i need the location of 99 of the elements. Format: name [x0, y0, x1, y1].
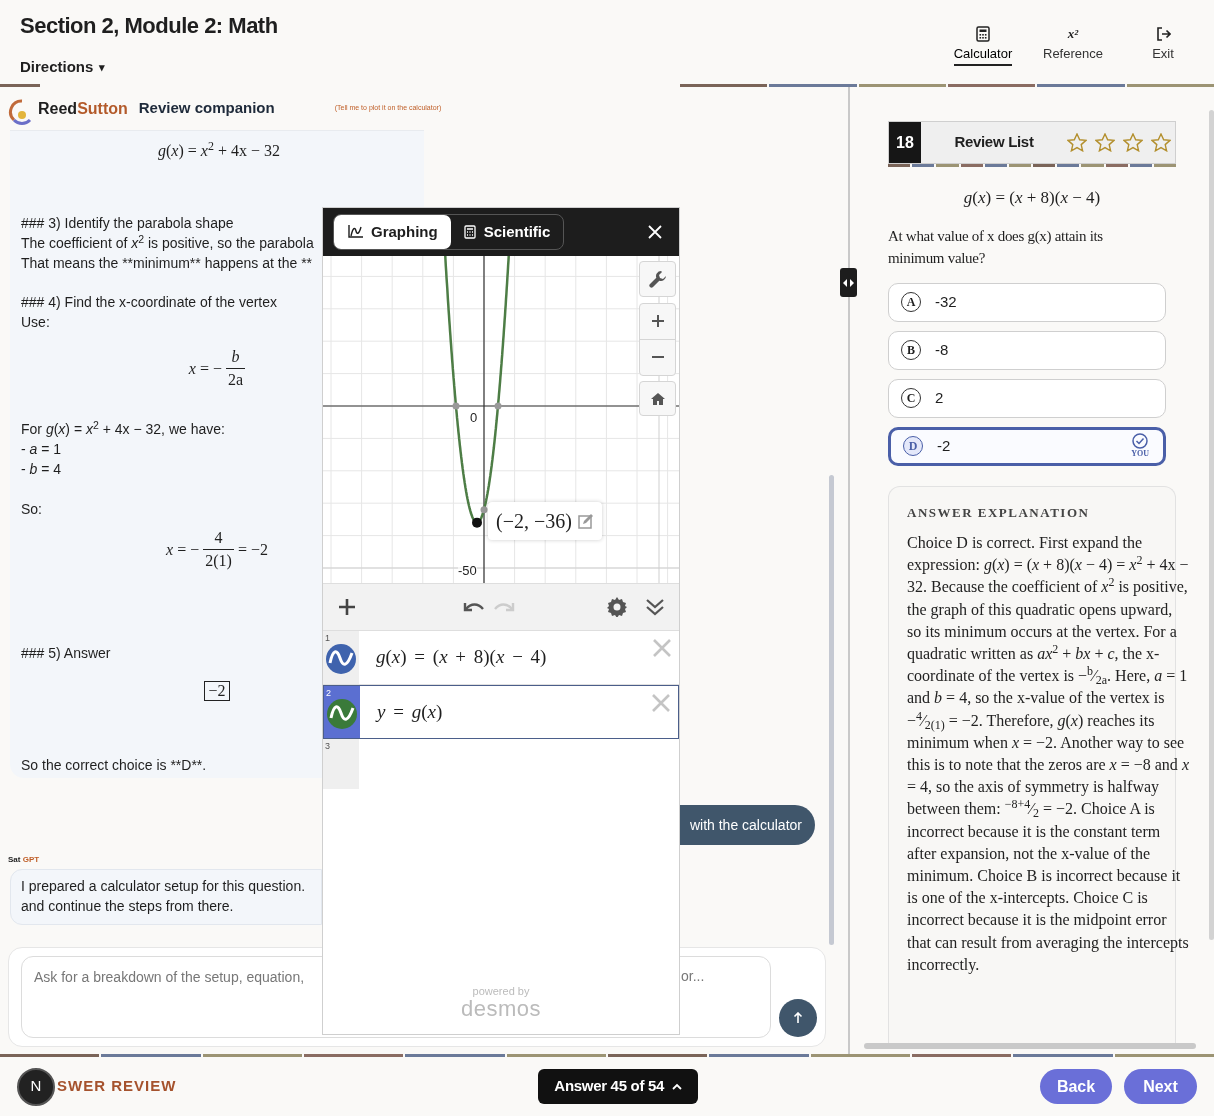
powered-by-text: powered by	[472, 984, 530, 998]
answer-choice[interactable]: B -8	[888, 330, 1166, 370]
vertex-point[interactable]	[472, 517, 482, 528]
star-icon[interactable]	[1095, 133, 1115, 152]
scrollbar-thumb[interactable]	[1209, 110, 1214, 940]
calculator-icon	[463, 225, 476, 239]
choice-text: 2	[935, 387, 944, 408]
undo-button[interactable]	[463, 600, 485, 614]
gear-icon	[607, 597, 627, 617]
question-navigator-button[interactable]: Answer 45 of 54	[538, 1069, 699, 1104]
collapse-button[interactable]	[645, 598, 665, 616]
chat-text: So the correct choice is **D**.	[21, 756, 207, 775]
settings-button[interactable]	[639, 261, 676, 297]
graph-point[interactable]	[452, 402, 460, 410]
companion-title: Review companion	[138, 98, 275, 119]
brand-logo	[8, 97, 34, 126]
explanation-text: Choice D is correct. First expand the expression: g(x) = (x + 8)(x − 4) = x$^{2}$ + 4x − 32. Because the coefficient of x$^{2}$ is positive, the graph of this quadratic opens upward, so its minimum occurs at the vertex. For a quadratic written as ax$^{2}$ + bx + c, the x-coordinate of the vertex is −$^{b}$⁄$_{2a}$. Here, a = 1 and b = 4, so the x-value of the vertex is −$^{4}$⁄$_{2(1)}$ = −2. Therefore, g(x) reaches its minimum when x = −2. Another way to see this is to note that the zeros are x = −8 and x = 4, so the axis of symmetry is halfway between them: $^{−8+4}$⁄$_{2}$ = −2. Choice A is incorrect because it is the constant term after expansion, not the x-value of the minimum. Choice B is incorrect because it is one of the x-intercepts. Choice C is incorrect because it is the midpoint error that can result from averaging the intercepts incorrectly.	[907, 533, 1189, 976]
edit-icon[interactable]	[577, 513, 594, 529]
sender-label: Sat GPT	[8, 855, 41, 865]
question-equation: g(x) = (x + 8)(x − 4)	[962, 187, 1102, 209]
step-heading: ### 5) Answer	[21, 644, 111, 663]
math-equation: g(x) = x$^{2}$ + 4x − 32	[158, 141, 280, 161]
line-number: 2	[326, 687, 331, 700]
graphing-tab[interactable]: Graphing	[334, 215, 451, 249]
close-icon	[652, 694, 670, 712]
settings-button[interactable]	[607, 597, 627, 617]
next-button[interactable]: Next	[1124, 1069, 1197, 1104]
point-coordinates: (−2, −36)	[496, 509, 572, 535]
calculator-tool-button[interactable]: Calculator	[938, 26, 1028, 84]
graph-point[interactable]	[494, 402, 502, 410]
answer-choice[interactable]: D -2 YOU	[888, 426, 1166, 466]
exit-tool-button[interactable]: Exit	[1118, 26, 1208, 84]
double-arrow-icon	[843, 278, 854, 287]
line-number: 1	[325, 632, 330, 645]
choice-text: -2	[937, 435, 951, 456]
choice-letter: D	[903, 436, 923, 456]
star-icon[interactable]	[1123, 133, 1143, 152]
home-icon	[649, 391, 666, 406]
answer-choice[interactable]: A -32	[888, 282, 1166, 322]
chat-text: For g(x) = x$^{2}$ + 4x − 32, we have:	[21, 419, 225, 439]
page-title: Section 2, Module 2: Math	[20, 12, 278, 40]
send-button[interactable]	[779, 999, 817, 1037]
choice-text: -32	[935, 291, 957, 312]
choice-text: -8	[935, 339, 949, 360]
answer-choice[interactable]: C 2	[888, 378, 1166, 418]
expression-text[interactable]: y = g(x)	[360, 686, 652, 738]
chat-text: - a = 1	[21, 440, 62, 459]
chat-text: Use:	[21, 313, 50, 332]
step-heading: ### 4) Find the x-coordinate of the vertex	[21, 293, 278, 312]
home-button[interactable]	[639, 381, 676, 416]
double-chevron-icon	[645, 598, 665, 616]
explanation-title: ANSWER EXPLANATION	[907, 503, 1091, 522]
review-list-label: Review List	[953, 132, 1035, 153]
check-circle-icon	[1132, 432, 1149, 449]
step-heading: ### 3) Identify the parabola shape	[21, 214, 234, 233]
plus-icon	[337, 597, 357, 617]
assistant-message: I prepared a calculator setup for this question. and continue the steps from there.	[10, 869, 322, 925]
chat-text: So:	[21, 500, 42, 519]
graph-icon	[347, 225, 363, 239]
resize-handle[interactable]	[840, 268, 857, 297]
boxed-answer: −2	[204, 681, 230, 701]
mode-label: SWER REVIEW	[57, 1076, 177, 1097]
question-text: At what value of x does g(x) attain its minimum value?	[888, 226, 1104, 268]
line-number: 3	[325, 740, 330, 753]
add-button[interactable]	[337, 597, 357, 617]
minus-icon	[650, 356, 665, 359]
calculator-icon	[976, 26, 990, 42]
star-icon[interactable]	[1151, 133, 1171, 152]
scrollbar-thumb[interactable]	[829, 475, 834, 945]
reference-tool-button[interactable]: x² Reference	[1028, 26, 1118, 84]
wrench-icon	[648, 270, 667, 288]
chat-text: The coefficient of x$^{2}$ is positive, so the parabola	[21, 233, 314, 253]
arrow-up-icon	[793, 1012, 803, 1024]
chevron-up-icon	[672, 1083, 683, 1090]
desmos-wordmark: desmos	[460, 998, 541, 1020]
brand-name: ReedSutton	[38, 98, 128, 119]
undo-icon	[463, 600, 485, 614]
question-number: 18	[889, 122, 921, 163]
user-avatar[interactable]: N	[17, 1067, 55, 1106]
plus-icon	[650, 314, 665, 329]
you-label: YOU	[1131, 448, 1149, 458]
exit-icon	[1155, 26, 1171, 42]
scientific-tab[interactable]: Scientific	[450, 215, 564, 249]
redo-icon	[493, 600, 515, 614]
graph-point[interactable]	[480, 506, 488, 514]
chat-text: - b = 4	[21, 460, 62, 479]
close-icon[interactable]	[648, 225, 662, 239]
star-icon[interactable]	[1067, 133, 1087, 152]
formula-icon: x²	[1067, 26, 1079, 42]
scrollbar-thumb[interactable]	[864, 1043, 1196, 1049]
chat-text: That means the **minimum** happens at the **	[21, 254, 313, 273]
placeholder-text: or...	[681, 967, 705, 986]
calculator-action-button[interactable]: with the calculator	[680, 805, 815, 845]
expression-text[interactable]: g(x) = (x + 8)(x − 4)	[359, 631, 653, 684]
directions-button[interactable]: Directions ▾	[20, 56, 278, 79]
close-icon	[653, 639, 671, 657]
back-button[interactable]: Back	[1040, 1069, 1112, 1104]
wave-icon[interactable]	[326, 644, 356, 674]
wave-icon[interactable]	[327, 699, 357, 729]
